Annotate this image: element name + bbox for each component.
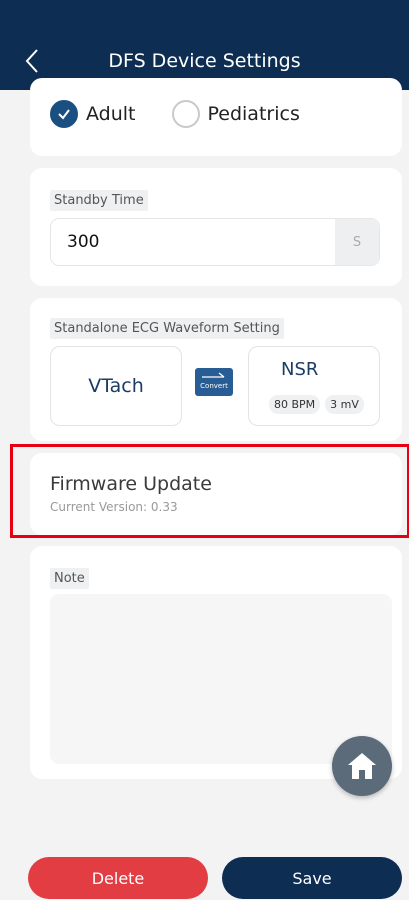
- home-button[interactable]: [332, 736, 392, 796]
- highlight-box: [10, 444, 409, 538]
- convert-button[interactable]: Convert: [195, 368, 233, 396]
- nsr-amplitude-tag: 3 mV: [325, 395, 364, 414]
- delete-button[interactable]: Delete: [28, 857, 208, 899]
- radio-checked-icon: [50, 100, 78, 128]
- check-icon: [58, 109, 70, 120]
- save-button[interactable]: Save: [222, 857, 402, 899]
- radio-pediatrics[interactable]: Pediatrics: [171, 100, 300, 128]
- standby-card: Standby Time 300 S: [30, 168, 402, 286]
- standby-label: Standby Time: [50, 190, 148, 211]
- nsr-bpm-tag: 80 BPM: [269, 395, 321, 414]
- convert-button-label: Convert: [200, 382, 228, 390]
- pad-type-options: Adult Pediatrics: [50, 100, 382, 128]
- waveform-vtach-label: VTach: [88, 375, 144, 397]
- convert-arrow-icon: [202, 372, 225, 378]
- note-label: Note: [50, 568, 89, 589]
- radio-unchecked-icon: [171, 100, 200, 128]
- standby-time-value: 300: [67, 232, 100, 252]
- header-bar: DFS Device Settings: [0, 0, 409, 90]
- nsr-tags: 80 BPM 3 mV: [269, 395, 369, 414]
- pad-type-card: Adult Pediatrics: [30, 78, 402, 156]
- standby-time-unit: S: [335, 219, 379, 265]
- page-title: DFS Device Settings: [108, 50, 301, 72]
- home-icon: [348, 753, 376, 779]
- note-input[interactable]: [50, 594, 392, 764]
- waveform-nsr[interactable]: NSR 80 BPM 3 mV: [248, 346, 380, 426]
- radio-adult-label: Adult: [86, 103, 136, 125]
- radio-pediatrics-label: Pediatrics: [207, 103, 300, 125]
- standby-time-input[interactable]: 300 S: [50, 218, 380, 266]
- ecg-waveform-label: Standalone ECG Waveform Setting: [50, 318, 284, 339]
- waveform-vtach[interactable]: VTach: [50, 346, 182, 426]
- ecg-waveform-card: Standalone ECG Waveform Setting VTach Co…: [30, 298, 402, 441]
- waveform-nsr-label: NSR: [281, 359, 319, 380]
- radio-adult[interactable]: Adult: [50, 100, 136, 128]
